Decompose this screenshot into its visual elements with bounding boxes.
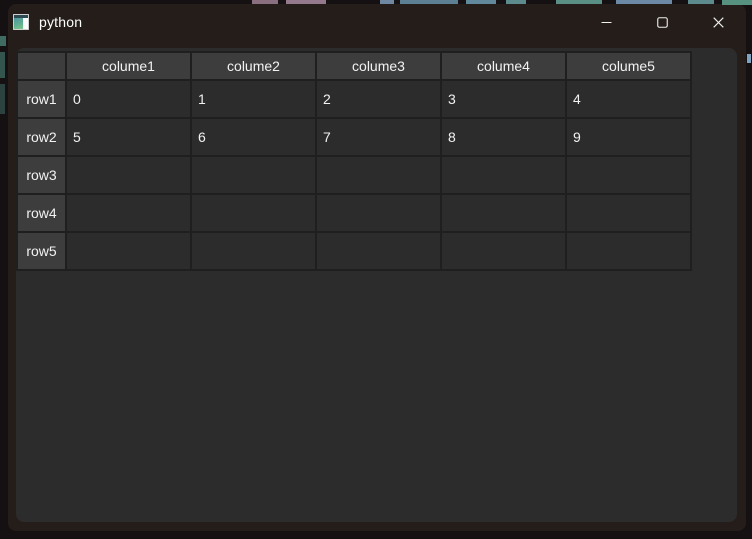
table-cell[interactable] <box>317 233 440 269</box>
maximize-icon <box>656 16 668 28</box>
table-cell[interactable] <box>442 157 565 193</box>
table-cell[interactable]: 4 <box>567 81 690 117</box>
content-panel: colume1 colume2 colume3 colume4 colume5 row1 0… <box>16 48 737 522</box>
table-cell[interactable] <box>567 233 690 269</box>
data-table: colume1 colume2 colume3 colume4 colume5 row1 0… <box>16 51 692 271</box>
table-cell[interactable]: 2 <box>317 81 440 117</box>
row-header[interactable]: row2 <box>18 119 65 155</box>
table-cell[interactable]: 6 <box>192 119 315 155</box>
close-button[interactable] <box>690 4 746 40</box>
table-cell[interactable]: 7 <box>317 119 440 155</box>
table-cell[interactable] <box>67 233 190 269</box>
backdrop-artifact <box>0 52 5 78</box>
table-cell[interactable]: 1 <box>192 81 315 117</box>
column-header[interactable]: colume2 <box>192 53 315 79</box>
corner-cell <box>18 53 65 79</box>
table-cell[interactable] <box>567 157 690 193</box>
app-window: python colume1 colume2 colume3 colume4 col <box>8 4 746 531</box>
backdrop-artifact <box>616 0 672 4</box>
row-header[interactable]: row3 <box>18 157 65 193</box>
backdrop-artifact <box>722 0 752 5</box>
backdrop-artifact <box>252 0 278 4</box>
app-icon <box>13 14 29 30</box>
table-cell[interactable]: 9 <box>567 119 690 155</box>
row-header[interactable]: row4 <box>18 195 65 231</box>
close-icon <box>712 16 724 28</box>
column-header[interactable]: colume4 <box>442 53 565 79</box>
table-cell[interactable] <box>192 157 315 193</box>
backdrop-artifact <box>688 0 714 4</box>
table-cell[interactable] <box>317 157 440 193</box>
minimize-button[interactable] <box>578 4 634 40</box>
table-cell[interactable]: 0 <box>67 81 190 117</box>
window-title: python <box>39 14 83 30</box>
table-cell[interactable]: 5 <box>67 119 190 155</box>
backdrop-artifact <box>286 0 326 4</box>
backdrop-artifact <box>400 0 458 4</box>
table-cell[interactable] <box>192 195 315 231</box>
table-cell[interactable] <box>442 195 565 231</box>
titlebar[interactable]: python <box>8 4 746 40</box>
minimize-icon <box>601 21 611 23</box>
row-header[interactable]: row1 <box>18 81 65 117</box>
desktop-backdrop: { "window": { "title": "python", "contro… <box>0 0 752 539</box>
row-header[interactable]: row5 <box>18 233 65 269</box>
table-cell[interactable]: 8 <box>442 119 565 155</box>
table-cell[interactable] <box>442 233 565 269</box>
table-cell[interactable] <box>192 233 315 269</box>
app-icon-pane-teal <box>14 18 23 29</box>
backdrop-artifact <box>0 36 6 46</box>
backdrop-artifact <box>466 0 496 4</box>
backdrop-artifact <box>380 0 394 4</box>
maximize-button[interactable] <box>634 4 690 40</box>
column-header[interactable]: colume5 <box>567 53 690 79</box>
caption-buttons <box>578 4 746 40</box>
table-cell[interactable] <box>67 157 190 193</box>
backdrop-artifact <box>0 84 5 114</box>
backdrop-artifact <box>747 54 751 63</box>
table-cell[interactable] <box>317 195 440 231</box>
app-icon-pane-white <box>24 18 28 29</box>
table-cell[interactable] <box>567 195 690 231</box>
table-cell[interactable] <box>67 195 190 231</box>
backdrop-artifact <box>506 0 526 4</box>
column-header[interactable]: colume3 <box>317 53 440 79</box>
backdrop-artifact <box>556 0 602 4</box>
column-header[interactable]: colume1 <box>67 53 190 79</box>
table-cell[interactable]: 3 <box>442 81 565 117</box>
